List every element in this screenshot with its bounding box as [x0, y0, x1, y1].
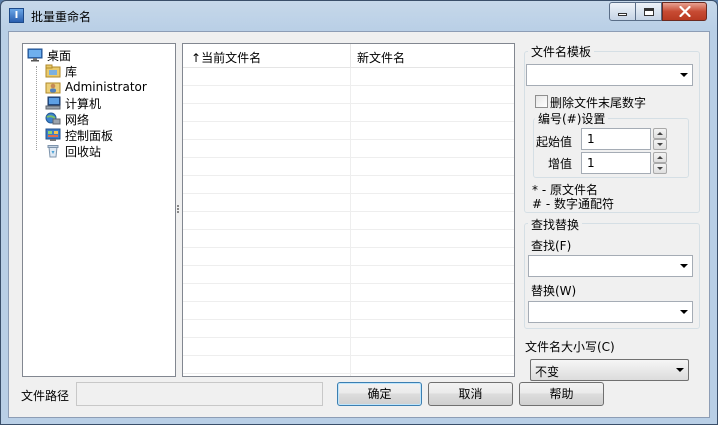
app-icon: I [9, 8, 24, 23]
delete-trailing-digits-checkbox[interactable] [535, 95, 548, 108]
arrow-up-icon [657, 132, 663, 135]
tree-item-desktop[interactable]: 桌面 [27, 47, 71, 63]
minimize-button[interactable] [609, 2, 636, 21]
dialog-body: 桌面 库 Administrator 计算机 网络 控制面板 回收站 ↑当前文件… [8, 31, 710, 418]
table-row[interactable] [183, 302, 514, 320]
list-header: ↑当前文件名 新文件名 [183, 44, 514, 68]
library-icon [45, 64, 61, 78]
table-row[interactable] [183, 230, 514, 248]
find-replace-group-label: 查找替换 [528, 216, 583, 233]
replace-label: 替换(W) [531, 284, 577, 298]
file-path-label: 文件路径 [21, 389, 70, 403]
delete-trailing-digits-label[interactable]: 删除文件末尾数字 [550, 94, 646, 111]
tree-item-label: 计算机 [65, 96, 102, 111]
table-row[interactable] [183, 122, 514, 140]
numbering-group-label: 编号(#)设置 [535, 110, 609, 127]
table-row[interactable] [183, 248, 514, 266]
chevron-down-icon [680, 264, 688, 268]
column-header-new-name[interactable]: 新文件名 [357, 49, 405, 66]
maximize-button[interactable] [635, 2, 662, 21]
tree-item-administrator[interactable]: Administrator [45, 79, 147, 95]
desktop-icon [27, 48, 43, 62]
network-icon [45, 112, 61, 126]
file-list[interactable]: ↑当前文件名 新文件名 [182, 43, 515, 377]
step-value-label: 增值 [548, 157, 573, 171]
help-button[interactable]: 帮助 [519, 382, 604, 406]
panel-splitter[interactable] [176, 204, 180, 218]
arrow-up-icon [657, 156, 663, 159]
tree-item-network[interactable]: 网络 [45, 111, 89, 127]
table-row[interactable] [183, 356, 514, 374]
legend-digit-wildcard: # - 数字通配符 [532, 197, 615, 211]
step-value-up-button[interactable] [653, 152, 667, 163]
tree-item-label: Administrator [65, 80, 147, 94]
computer-icon [45, 96, 61, 110]
arrow-down-icon [657, 143, 663, 146]
tree-item-label: 桌面 [47, 48, 72, 63]
start-value-label: 起始值 [536, 135, 573, 149]
user-folder-icon [45, 80, 61, 94]
table-row[interactable] [183, 266, 514, 284]
tree-item-label: 库 [65, 64, 78, 79]
chevron-down-icon [680, 73, 688, 77]
table-row[interactable] [183, 212, 514, 230]
table-row[interactable] [183, 104, 514, 122]
window-title: 批量重命名 [31, 10, 92, 24]
find-combo[interactable] [528, 255, 693, 277]
column-header-current-name[interactable]: ↑当前文件名 [191, 49, 261, 66]
table-row[interactable] [183, 140, 514, 158]
sort-ascending-icon: ↑ [191, 51, 202, 65]
table-row[interactable] [183, 194, 514, 212]
tree-item-label: 回收站 [65, 144, 102, 159]
title-bar[interactable]: I 批量重命名 [1, 1, 717, 31]
start-value-down-button[interactable] [653, 139, 667, 150]
case-label: 文件名大小写(C) [525, 340, 615, 354]
tree-item-label: 网络 [65, 112, 90, 127]
table-row[interactable] [183, 158, 514, 176]
close-icon [678, 6, 691, 17]
control-panel-icon [45, 128, 61, 142]
start-value-up-button[interactable] [653, 128, 667, 139]
cancel-button[interactable]: 取消 [428, 382, 513, 406]
replace-combo[interactable] [528, 301, 693, 323]
table-row[interactable] [183, 176, 514, 194]
dialog-window: I 批量重命名 桌面 库 Administrator 计算机 网络 控制面板 回… [0, 0, 718, 425]
table-row[interactable] [183, 338, 514, 356]
file-path-field [76, 382, 323, 406]
step-value-input[interactable]: 1 [581, 152, 651, 174]
close-button[interactable] [662, 2, 707, 21]
find-label: 查找(F) [531, 239, 572, 253]
start-value-input[interactable]: 1 [581, 128, 651, 150]
tree-item-library[interactable]: 库 [45, 63, 77, 79]
table-row[interactable] [183, 68, 514, 86]
template-group-label: 文件名模板 [528, 43, 595, 60]
tree-connector [36, 66, 44, 150]
template-combo[interactable] [526, 64, 693, 86]
tree-item-recycle-bin[interactable]: 回收站 [45, 143, 101, 159]
chevron-down-icon [676, 368, 684, 372]
tree-item-label: 控制面板 [65, 128, 114, 143]
ok-button[interactable]: 确定 [337, 382, 422, 406]
step-value-down-button[interactable] [653, 163, 667, 174]
table-row[interactable] [183, 284, 514, 302]
tree-item-control-panel[interactable]: 控制面板 [45, 127, 113, 143]
column-divider[interactable] [350, 44, 351, 68]
minimize-icon [618, 13, 627, 16]
table-row[interactable] [183, 320, 514, 338]
table-row[interactable] [183, 86, 514, 104]
maximize-icon [643, 7, 654, 16]
arrow-down-icon [657, 167, 663, 170]
recycle-bin-icon [45, 144, 61, 158]
folder-tree[interactable]: 桌面 库 Administrator 计算机 网络 控制面板 回收站 [22, 43, 176, 377]
case-select[interactable]: 不变 [530, 359, 689, 381]
chevron-down-icon [680, 310, 688, 314]
tree-item-computer[interactable]: 计算机 [45, 95, 101, 111]
